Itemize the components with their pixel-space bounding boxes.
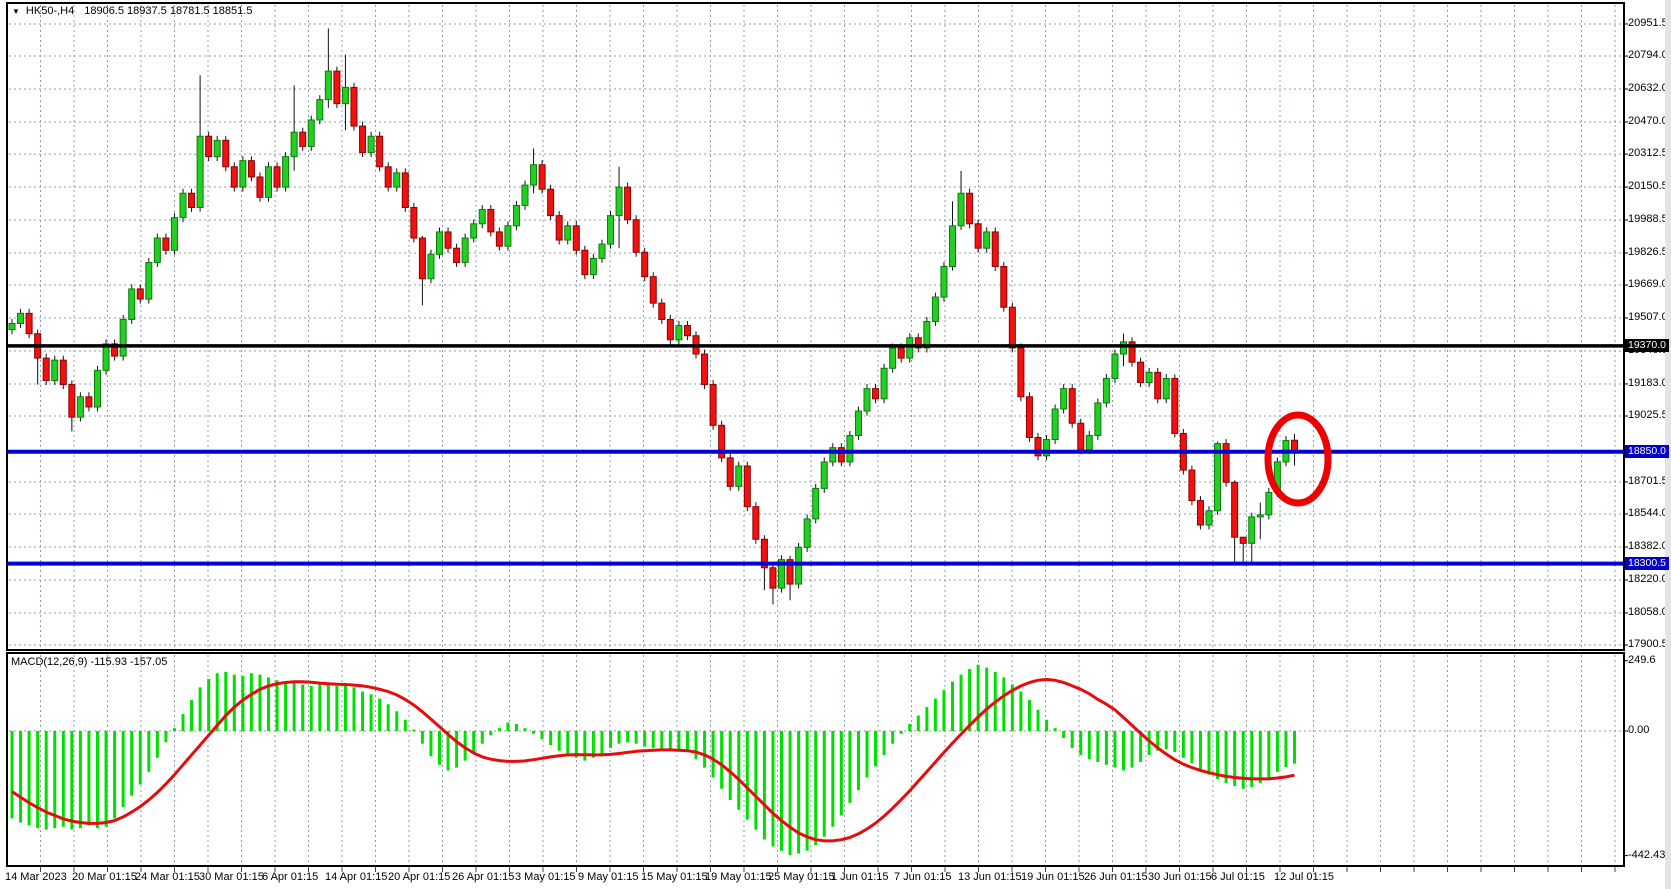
price-axis-label: 20150.5 bbox=[1628, 180, 1668, 193]
symbol-title: HK50-,H4 bbox=[25, 5, 75, 17]
price-axis-label: 18382.0 bbox=[1628, 540, 1668, 552]
price-axis-label: 19826.5 bbox=[1628, 245, 1668, 258]
time-axis-label: 20 Mar 01:15 bbox=[72, 871, 137, 883]
hline-price-badge[interactable]: 18850.0 bbox=[1625, 445, 1669, 459]
hline-price-badge[interactable]: 18300.5 bbox=[1625, 557, 1669, 571]
time-axis-label: 12 Jul 01:15 bbox=[1274, 871, 1334, 883]
symbol-dropdown-icon[interactable]: ▼ bbox=[12, 7, 20, 16]
chart-header: ▼ HK50-,H4 18906.5 18937.5 18781.5 18851.5 bbox=[12, 5, 252, 17]
time-axis-label: 14 Apr 01:15 bbox=[325, 871, 388, 883]
price-axis-label: 19507.0 bbox=[1628, 311, 1668, 324]
price-axis-label: 17900.5 bbox=[1628, 638, 1668, 650]
macd-axis-label: -442.43 bbox=[1628, 848, 1666, 861]
time-axis-label: 3 May 01:15 bbox=[515, 871, 576, 883]
macd-axis-label: 249.6 bbox=[1628, 653, 1656, 666]
ohlc-readout: 18906.5 18937.5 18781.5 18851.5 bbox=[84, 5, 253, 17]
time-axis-label: 1 Jun 01:15 bbox=[831, 871, 889, 883]
time-axis-label: 26 Jun 01:15 bbox=[1084, 871, 1148, 883]
price-axis-label: 20951.5 bbox=[1628, 17, 1668, 29]
price-axis-label: 18544.0 bbox=[1628, 507, 1668, 520]
chart-canvas[interactable] bbox=[0, 0, 1671, 889]
price-axis-label: 19669.0 bbox=[1628, 278, 1668, 291]
time-axis-label: 24 Mar 01:15 bbox=[135, 871, 200, 883]
time-axis-label: 19 May 01:15 bbox=[705, 871, 772, 883]
time-axis-label: 6 Jul 01:15 bbox=[1211, 871, 1265, 883]
time-axis-label: 20 Apr 01:15 bbox=[388, 871, 451, 883]
time-axis-label: 13 Jun 01:15 bbox=[958, 871, 1022, 883]
time-axis-label: 9 May 01:15 bbox=[578, 871, 639, 883]
time-axis-label: 30 Jun 01:15 bbox=[1148, 871, 1212, 883]
time-axis-label: 26 Apr 01:15 bbox=[452, 871, 515, 883]
price-axis-label: 20470.0 bbox=[1628, 115, 1668, 127]
macd-indicator-label: MACD(12,26,9) -115.93 -157.05 bbox=[11, 656, 168, 668]
price-axis-label: 18058.0 bbox=[1628, 605, 1668, 618]
price-axis-label: 20794.0 bbox=[1628, 49, 1668, 62]
price-axis-label: 20312.5 bbox=[1628, 147, 1668, 160]
price-axis-label: 18701.5 bbox=[1628, 474, 1668, 487]
price-axis-label: 19183.0 bbox=[1628, 376, 1668, 389]
time-axis-label: 15 May 01:15 bbox=[641, 871, 708, 883]
price-axis-label: 19988.5 bbox=[1628, 213, 1668, 225]
price-axis-label: 20632.0 bbox=[1628, 82, 1668, 95]
trading-terminal-window: ▼ HK50-,H4 18906.5 18937.5 18781.5 18851.5… bbox=[0, 0, 1671, 889]
time-axis-label: 30 Mar 01:15 bbox=[199, 871, 264, 883]
price-axis-label: 18220.0 bbox=[1628, 572, 1668, 585]
price-axis-label: 19025.5 bbox=[1628, 409, 1668, 422]
time-axis-label: 25 May 01:15 bbox=[768, 871, 835, 883]
macd-axis-label: 0.00 bbox=[1628, 724, 1650, 736]
hline-price-badge[interactable]: 19370.0 bbox=[1625, 339, 1669, 353]
time-axis-label: 14 Mar 2023 bbox=[5, 871, 67, 883]
time-axis-label: 19 Jun 01:15 bbox=[1021, 871, 1085, 883]
time-axis-label: 6 Apr 01:15 bbox=[262, 871, 319, 883]
time-axis-label: 7 Jun 01:15 bbox=[894, 871, 952, 883]
